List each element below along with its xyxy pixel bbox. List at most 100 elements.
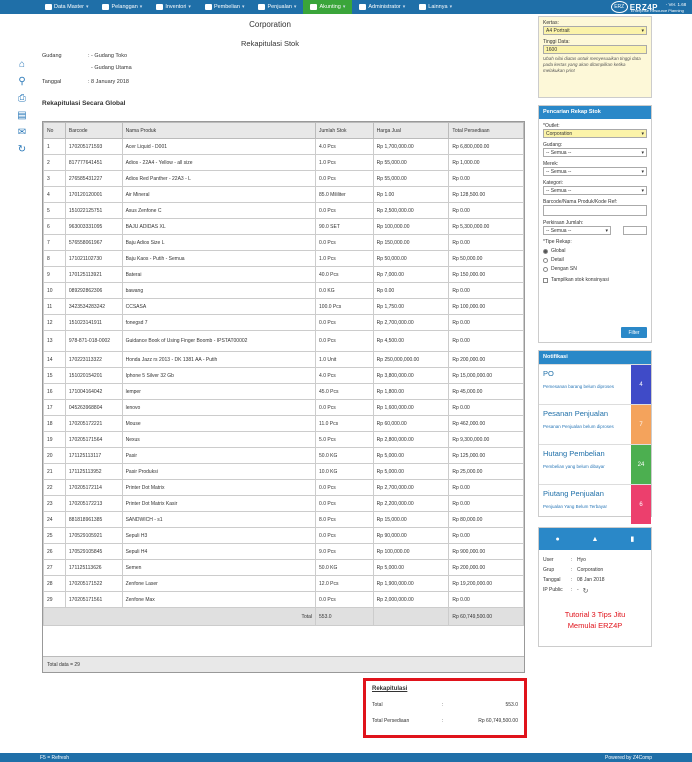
notif-item[interactable]: Hutang Pembelian Pembelian yang belum dib… xyxy=(539,444,651,484)
table-cell: Rp 9,300,000.00 xyxy=(448,431,524,448)
table-cell: 12.0 Pcs xyxy=(315,575,374,592)
notif-item[interactable]: PO Pemesanan barang belum diproses 4 xyxy=(539,364,651,404)
table-cell: Rp 5,300,000.00 xyxy=(448,218,524,235)
table-row: 1 170205171593 Acer Liquid - D001 4.0 Pcs Rp… xyxy=(43,138,524,155)
table-cell: Rp 200,000.00 xyxy=(448,559,524,576)
stock-table: No Barcode Nama Produk Jumlah Stok Harga Jua… xyxy=(42,122,524,626)
chevron-down-icon: ▾ xyxy=(449,4,453,10)
radio-global[interactable]: Global xyxy=(543,248,647,254)
chevron-down-icon: ▾ xyxy=(85,4,89,10)
table-cell: 17 xyxy=(43,399,66,416)
refresh-icon[interactable]: ↻ xyxy=(16,143,28,155)
meta-gudang-2: - Gudang Utama xyxy=(91,65,132,71)
table-cell: 978-871-018-0002 xyxy=(64,330,123,352)
nav-item-inventori[interactable]: Inventori ▾ xyxy=(149,0,198,14)
radio-detail[interactable]: Detail xyxy=(543,257,647,263)
print-icon[interactable]: ⎙ xyxy=(16,92,28,104)
pdf-icon[interactable]: ▤ xyxy=(16,109,28,121)
table-cell: 28 xyxy=(43,575,66,592)
grup-label: Grup xyxy=(543,567,555,573)
filter-panel: Pencarian Rekap Stok *Outlet: Corporatio… xyxy=(538,105,652,343)
table-cell: Total xyxy=(42,607,317,626)
merek-select[interactable]: -- Semua -- ▾ xyxy=(543,167,647,176)
table-cell: Rp 55,000.00 xyxy=(372,170,450,187)
table-cell: 576558061967 xyxy=(64,234,123,251)
table-cell: Rp 0.00 xyxy=(448,202,524,219)
rekap-total-label: Total xyxy=(372,702,383,708)
table-cell: Rp 2,800,000.00 xyxy=(372,431,450,448)
search-icon[interactable]: ⚲ xyxy=(16,75,28,87)
nav-item-lainnya[interactable]: Lainnya ▾ xyxy=(412,0,459,14)
kategori-select[interactable]: -- Semua -- ▾ xyxy=(543,186,647,195)
tinggi-input[interactable]: 1600 xyxy=(543,45,647,54)
home-icon[interactable]: ⌂ xyxy=(16,58,28,70)
file-icon[interactable]: ▮ xyxy=(614,528,651,550)
table-cell: Adios - 22A4 - Yellow - all size xyxy=(121,154,317,171)
notif-item[interactable]: Pesanan Penjualan Pesanan Penjualan belum… xyxy=(539,404,651,444)
table-cell: Rp 25,000.00 xyxy=(448,463,524,480)
notif-item[interactable]: Piutang Penjualan Penjualan Yang Belum Te… xyxy=(539,484,651,524)
table-cell: 0.0 Pcs xyxy=(315,399,374,416)
radio-detail-label: Detail xyxy=(551,257,564,263)
radio-sn[interactable]: Dengan SN xyxy=(543,266,647,272)
table-cell: Printer Dot Matrix Kasir xyxy=(121,495,317,512)
table-cell: 276585431227 xyxy=(64,170,123,187)
table-cell: 50.0 KG xyxy=(315,447,374,464)
table-cell: Sepuli H4 xyxy=(121,543,317,560)
section-title: Rekapitulasi Secara Global xyxy=(42,100,126,107)
nav-item-akunting[interactable]: Akunting ▾ xyxy=(303,0,353,14)
notif-text: PO Pemesanan barang belum diproses xyxy=(539,365,631,404)
filter-button[interactable]: Filter xyxy=(621,327,647,338)
tanggal-row: Tanggal:08 Jan 2018 xyxy=(543,577,647,583)
tanggal-label: Tanggal xyxy=(42,79,62,85)
table-cell: Rp 2,000,000.00 xyxy=(372,591,450,608)
table-cell: 0.0 Pcs xyxy=(315,495,374,512)
table-cell: Printer Dot Matrix xyxy=(121,479,317,496)
tutorial-link[interactable]: Tutorial 3 Tips Jitu Memulai ERZ4P xyxy=(543,609,647,631)
table-row: 18 170205172221 Mouse 11.0 Pcs Rp 60,000.00 R… xyxy=(43,415,524,432)
jumlah-select[interactable]: -- Semua -- ▾ xyxy=(543,226,611,235)
table-row: 26 170529105845 Sepuli H4 9.0 Pcs Rp 100,000… xyxy=(43,543,524,560)
table-cell: 170205171522 xyxy=(64,575,123,592)
nav-item-data-master[interactable]: Data Master ▾ xyxy=(38,0,95,14)
barcode-input[interactable] xyxy=(543,205,647,216)
list-icon xyxy=(45,4,52,10)
bell-icon[interactable]: ▲ xyxy=(576,528,613,550)
nav-item-administrator[interactable]: Administrator ▾ xyxy=(352,0,412,14)
table-cell: lemper xyxy=(121,383,317,400)
grup-row: Grup: Corporation xyxy=(543,567,647,573)
chevron-down-icon: ▾ xyxy=(241,4,245,10)
money-icon xyxy=(310,4,318,10)
table-cell: 12 xyxy=(43,314,66,331)
rekap-persediaan-value: Rp 60,749,500.00 xyxy=(478,718,518,724)
rekapitulasi-box: Rekapitulasi Total : 553.0 Total Persedi… xyxy=(363,678,527,738)
email-icon[interactable]: ✉ xyxy=(16,126,28,138)
nav-item-pembelian[interactable]: Pembelian ▾ xyxy=(198,0,252,14)
table-cell: Baju Kaos - Putih - Semua xyxy=(121,250,317,267)
table-cell: 170205171561 xyxy=(64,591,123,608)
table-cell: 2 xyxy=(43,154,66,171)
jumlah-input[interactable] xyxy=(623,226,647,235)
kertas-value: A4 Portrait xyxy=(546,28,570,34)
table-cell: Rp 150,000.00 xyxy=(448,266,524,283)
gudang-select[interactable]: -- Semua -- ▾ xyxy=(543,148,647,157)
table-row: 8 171021102730 Baju Kaos - Putih - Semua 1.… xyxy=(43,250,524,267)
brand: ERZ ERZ4P - Ver. 1.68 Enterprise Resourc… xyxy=(610,1,686,13)
nav-item-penjualan[interactable]: Penjualan ▾ xyxy=(251,0,303,14)
konsinyasi-checkbox[interactable]: Tampilkan stok konsinyasi xyxy=(543,277,647,283)
refresh-icon[interactable]: ↻ xyxy=(583,587,589,595)
chevron-down-icon: ▾ xyxy=(342,4,346,10)
user-icon[interactable]: ● xyxy=(539,528,576,550)
kertas-select[interactable]: A4 Portrait ▾ xyxy=(543,26,647,35)
notif-title: Piutang Penjualan xyxy=(543,489,604,498)
nav-item-label: Pembelian xyxy=(213,4,240,10)
gudang-value-2: - Gudang Utama xyxy=(91,65,132,71)
table-cell: Rp 0.00 xyxy=(448,170,524,187)
nav-item-pelanggan[interactable]: Pelanggan ▾ xyxy=(95,0,149,14)
grup-value: Corporation xyxy=(577,567,604,573)
table-cell: Rp 15,000.00 xyxy=(372,511,450,528)
table-cell: 171125113626 xyxy=(64,559,123,576)
outlet-select[interactable]: Corporation ▾ xyxy=(543,129,647,138)
table-cell: Rp 1,750.00 xyxy=(372,298,450,315)
table-cell: 089292862306 xyxy=(64,282,123,299)
